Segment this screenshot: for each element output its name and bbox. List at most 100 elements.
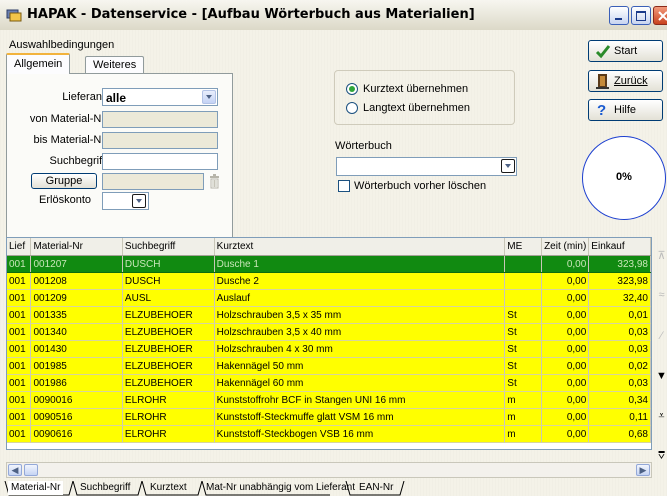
cell-material-nr: 001207 (30, 255, 123, 273)
cell-lief: 001 (7, 408, 32, 426)
nav-page-up-icon[interactable]: ≈ (656, 289, 667, 301)
column-header-material-nr[interactable]: Material-Nr (30, 238, 123, 256)
help-button[interactable]: ? Hilfe (588, 99, 663, 121)
woerterbuch-label: Wörterbuch (335, 140, 392, 152)
tab-weiteres[interactable]: Weiteres (85, 56, 145, 73)
cell-zeit: 0,00 (541, 425, 590, 443)
cell-einkauf: 0,68 (588, 425, 651, 443)
column-header-lief[interactable]: Lief (7, 238, 32, 256)
cell-me: St (504, 306, 543, 324)
gruppe-button[interactable]: Gruppe (31, 173, 97, 189)
table-row[interactable]: 001 001340 ELZUBEHOER Holzschrauben 3,5 … (7, 323, 651, 341)
tab-weiteres-label: Weiteres (93, 59, 137, 71)
woerterbuch-select[interactable] (336, 157, 517, 176)
table-row[interactable]: 001 001986 ELZUBEHOER Hakennägel 60 mm S… (7, 374, 651, 392)
nav-last-icon[interactable]: ⩢ (656, 450, 667, 463)
cell-suchbegriff: ELROHR (122, 425, 215, 443)
cell-lief: 001 (7, 374, 32, 392)
tab-allgemein[interactable]: Allgemein (6, 53, 71, 74)
cell-zeit: 0,00 (541, 255, 590, 273)
cell-suchbegriff: ELZUBEHOER (122, 306, 215, 324)
nav-up-icon[interactable]: ∕ (656, 330, 667, 342)
sort-tab-mat-nr-unabhaengig[interactable]: Mat-Nr unabhängig vom Lieferant (203, 481, 358, 495)
back-button-label: Zurück (614, 75, 648, 87)
cell-lief: 001 (7, 425, 32, 443)
erloeskonto-label: Erlöskonto (39, 194, 91, 206)
column-header-suchbegriff[interactable]: Suchbegriff (122, 238, 215, 256)
title-bar[interactable]: HAPAK - Datenservice - [Aufbau Wörterbuc… (0, 0, 667, 31)
cell-lief: 001 (7, 289, 32, 307)
app-window: HAPAK - Datenservice - [Aufbau Wörterbuc… (0, 0, 667, 496)
lieferant-select[interactable]: alle (102, 88, 218, 106)
scroll-right-button[interactable]: ▶ (636, 464, 650, 476)
cell-einkauf: 0,11 (588, 408, 651, 426)
cell-me (504, 255, 543, 273)
chevron-down-icon (132, 194, 146, 208)
sort-tab-suchbegriff[interactable]: Suchbegriff (77, 481, 133, 495)
table-row[interactable]: 001 001985 ELZUBEHOER Hakennägel 50 mm S… (7, 357, 651, 375)
text-options-box: Kurztext übernehmen Langtext übernehmen (334, 70, 515, 125)
maximize-button[interactable] (631, 6, 651, 25)
trash-icon[interactable] (208, 173, 221, 189)
minimize-button[interactable] (609, 6, 629, 25)
cell-material-nr: 0090516 (30, 408, 123, 426)
horizontal-scrollbar[interactable]: ◀ ▶ (6, 462, 652, 478)
cell-suchbegriff: ELZUBEHOER (122, 323, 215, 341)
progress-percent: 0% (616, 171, 632, 183)
table-row[interactable]: 001 001335 ELZUBEHOER Holzschrauben 3,5 … (7, 306, 651, 324)
table-row[interactable]: 001 0090016 ELROHR Kunststoffrohr BCF in… (7, 391, 651, 409)
cell-einkauf: 323,98 (588, 255, 651, 273)
chevron-right-icon: ▶ (639, 465, 647, 475)
table-row[interactable]: 001 0090516 ELROHR Kunststoff-Steckmuffe… (7, 408, 651, 426)
cell-einkauf: 0,02 (588, 357, 651, 375)
cell-material-nr: 001340 (30, 323, 123, 341)
nav-page-down-icon[interactable]: ⩡ (656, 410, 667, 423)
materials-grid[interactable]: Lief Material-Nr Suchbegriff Kurztext ME… (6, 237, 652, 450)
cell-material-nr: 001209 (30, 289, 123, 307)
erloeskonto-select[interactable] (102, 192, 149, 210)
cell-einkauf: 32,40 (588, 289, 651, 307)
table-row[interactable]: 001 001430 ELZUBEHOER Holzschrauben 4 x … (7, 340, 651, 358)
start-button[interactable]: Start (588, 40, 663, 62)
sort-tab-material-nr[interactable]: Material-Nr (8, 481, 64, 495)
sort-tab-label: Mat-Nr unabhängig vom Lieferant (206, 482, 355, 493)
suchbegriff-input[interactable] (102, 153, 218, 170)
column-header-einkauf[interactable]: Einkauf (588, 238, 651, 256)
cell-einkauf: 0,03 (588, 374, 651, 392)
woerterbuch-clear-checkbox[interactable] (338, 180, 350, 192)
cell-me: m (504, 391, 543, 409)
bis-material-input[interactable] (102, 132, 218, 149)
column-header-zeit[interactable]: Zeit (min) (541, 238, 590, 256)
scroll-thumb[interactable] (24, 464, 38, 476)
cell-kurztext: Holzschrauben 3,5 x 40 mm (214, 323, 506, 341)
maximize-icon (636, 11, 646, 21)
nav-first-icon[interactable]: ⊼ (656, 249, 667, 262)
cell-einkauf: 0,03 (588, 340, 651, 358)
table-row[interactable]: 001 0090616 ELROHR Kunststoff-Steckbogen… (7, 425, 651, 443)
cell-suchbegriff: DUSCH (122, 255, 215, 273)
table-row[interactable]: 001 001209 AUSL Auslauf 0,00 32,40 (7, 289, 651, 307)
table-row[interactable]: 001 001207 DUSCH Dusche 1 0,00 323,98 (7, 255, 651, 273)
scroll-left-button[interactable]: ◀ (8, 464, 22, 476)
langtext-radio[interactable] (346, 102, 358, 114)
lieferant-label: Lieferant (62, 91, 105, 103)
sort-tab-kurztext[interactable]: Kurztext (147, 481, 190, 495)
cell-lief: 001 (7, 306, 32, 324)
back-button[interactable]: Zurück (588, 70, 663, 92)
window-title: HAPAK - Datenservice - [Aufbau Wörterbuc… (27, 7, 475, 22)
column-header-me[interactable]: ME (504, 238, 543, 256)
cell-zeit: 0,00 (541, 391, 590, 409)
kurztext-radio[interactable] (346, 83, 358, 95)
close-button[interactable] (653, 6, 667, 25)
cell-einkauf: 0,01 (588, 306, 651, 324)
cell-lief: 001 (7, 272, 32, 290)
column-header-kurztext[interactable]: Kurztext (214, 238, 506, 256)
cell-material-nr: 0090016 (30, 391, 123, 409)
von-material-input[interactable] (102, 111, 218, 128)
close-icon (658, 11, 667, 21)
cell-einkauf: 0,34 (588, 391, 651, 409)
nav-down-icon[interactable]: ▼ (656, 370, 667, 382)
cell-zeit: 0,00 (541, 306, 590, 324)
gruppe-input[interactable] (102, 173, 204, 190)
table-row[interactable]: 001 001208 DUSCH Dusche 2 0,00 323,98 (7, 272, 651, 290)
